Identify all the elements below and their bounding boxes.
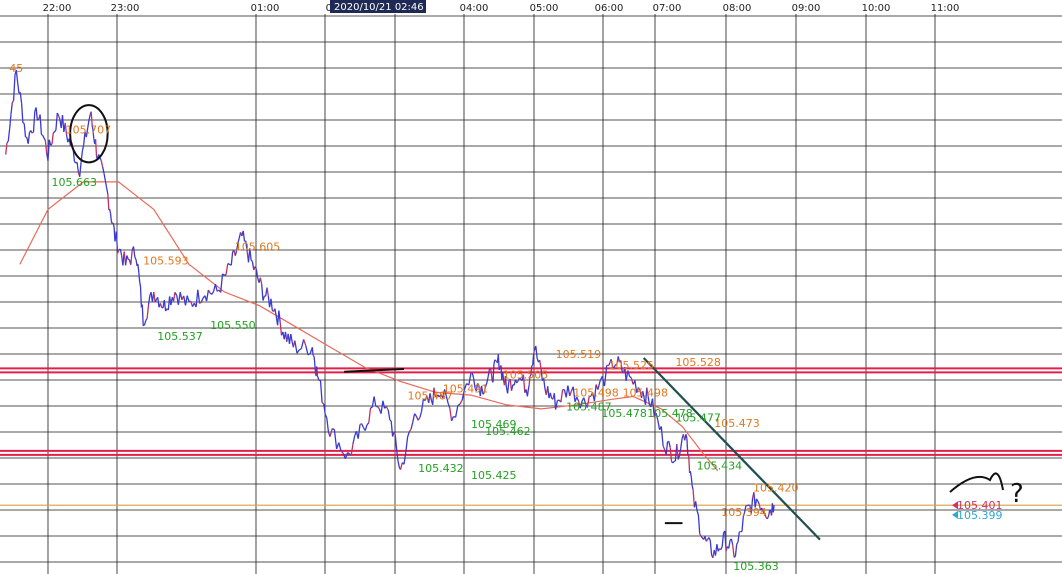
- x-tick-label: 06:00: [595, 3, 624, 14]
- high-label: 105.498: [623, 387, 669, 400]
- high-label: 105.707: [66, 124, 112, 137]
- plot-background: [0, 14, 1062, 574]
- price-segment: [532, 353, 535, 366]
- price-segment: [41, 133, 44, 136]
- price-segment: [138, 272, 141, 283]
- low-label: 105.434: [697, 459, 743, 472]
- high-label: 105.498: [573, 387, 619, 400]
- low-label: 105.478: [601, 407, 647, 420]
- price-segment: [22, 122, 25, 125]
- price-segment: [139, 286, 143, 308]
- x-tick-label: 10:00: [862, 3, 891, 14]
- price-segment: [50, 143, 53, 146]
- x-tick-label: 04:00: [460, 3, 489, 14]
- low-label: 105.663: [52, 176, 98, 189]
- price-segment: [691, 485, 694, 490]
- price-segment: [687, 454, 690, 456]
- price-segment: [31, 131, 34, 134]
- x-tick-label: 11:00: [931, 3, 960, 14]
- x-tick-label: 22:00: [43, 3, 72, 14]
- price-segment: [526, 389, 529, 397]
- price-segment: [690, 477, 693, 487]
- price-segment: [686, 438, 689, 455]
- price-segment: [142, 324, 145, 327]
- price-segment: [312, 354, 315, 357]
- price-segment: [127, 258, 130, 261]
- price-segment: [772, 505, 775, 513]
- high-label: 105.394: [721, 506, 767, 519]
- x-tick-label: 09:00: [792, 3, 821, 14]
- price-segment: [321, 402, 325, 405]
- x-tick-label: 05:00: [530, 3, 559, 14]
- price-segment: [492, 364, 495, 383]
- price-segment: [370, 406, 373, 409]
- high-label: 105.525: [608, 359, 654, 372]
- chart-grid: [0, 14, 1062, 574]
- price-segment: [689, 471, 692, 478]
- low-label: 105.425: [471, 469, 517, 482]
- price-segment: [688, 455, 691, 474]
- price-segment: [767, 514, 770, 518]
- price-segment: [52, 131, 55, 134]
- price-segment: [316, 366, 318, 376]
- price-marker-label: 105.399: [957, 509, 1003, 522]
- x-tick-label: 23:00: [111, 3, 140, 14]
- price-segment: [497, 354, 500, 371]
- price-segment: [107, 194, 110, 210]
- price-segment: [141, 304, 144, 326]
- price-segment: [389, 419, 392, 422]
- price-segment: [313, 357, 316, 365]
- low-label: 105.462: [485, 425, 530, 438]
- high-label: 105.491: [443, 382, 489, 395]
- price-segment: [109, 213, 113, 222]
- x-tick-label: 08:00: [723, 3, 752, 14]
- price-segment: [139, 281, 142, 287]
- price-segment: [531, 364, 534, 367]
- price-segment: [36, 118, 40, 121]
- low-label: 105.363: [733, 560, 779, 573]
- high-label: 105.528: [675, 356, 721, 369]
- price-segment: [733, 555, 736, 558]
- price-segment: [90, 111, 93, 125]
- low-label: 105.477: [675, 411, 721, 424]
- high-label: 105.593: [143, 254, 189, 267]
- question-mark: ?: [1010, 479, 1024, 509]
- high-label: 105.505: [503, 369, 548, 382]
- price-segment: [311, 347, 314, 356]
- price-segment: [313, 355, 315, 358]
- price-segment: [227, 262, 230, 265]
- price-segment: [112, 222, 115, 228]
- high-label: 45: [9, 62, 23, 75]
- price-segment: [769, 509, 772, 512]
- low-label: 105.550: [210, 319, 256, 332]
- cursor-time-box: 2020/10/21 02:46: [330, 0, 426, 13]
- x-axis-ticks: 22:0023:0001:0002:0004:0005:0006:0007:00…: [43, 3, 960, 14]
- cursor-time: 2020/10/21 02:46: [334, 2, 424, 13]
- low-label: 105.537: [157, 330, 203, 343]
- price-segment: [498, 367, 501, 371]
- price-segment: [314, 363, 317, 374]
- high-label: 105.420: [753, 481, 799, 494]
- high-label: 105.473: [714, 417, 760, 430]
- low-label: 105.432: [418, 462, 464, 475]
- price-segment: [494, 359, 497, 362]
- high-label: 105.519: [556, 348, 602, 361]
- price-segment: [331, 428, 335, 431]
- x-tick-label: 01:00: [251, 3, 280, 14]
- price-segment: [766, 517, 769, 520]
- price-segment: [94, 139, 98, 157]
- price-chart: 45105.707105.593105.605105.487105.491105…: [0, 0, 1062, 574]
- price-segment: [137, 263, 140, 273]
- x-tick-label: 07:00: [653, 3, 682, 14]
- high-label: 105.605: [235, 241, 281, 254]
- price-segment: [109, 209, 112, 214]
- price-segment: [532, 350, 536, 354]
- price-segment: [527, 384, 530, 391]
- price-segment: [685, 434, 688, 439]
